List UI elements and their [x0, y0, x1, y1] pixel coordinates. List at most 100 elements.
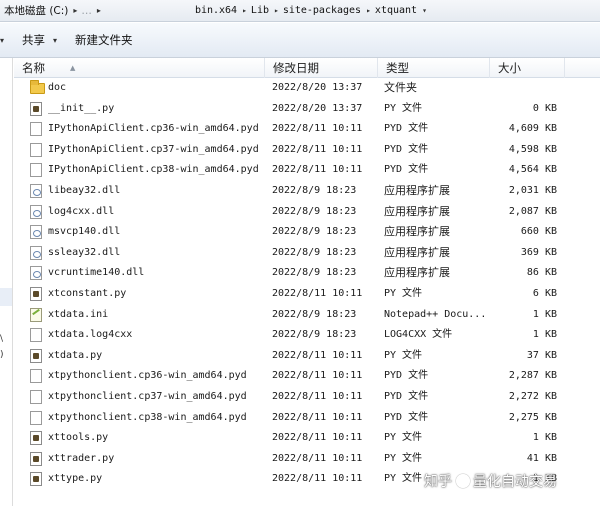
chevron-right-icon[interactable]: ▸: [97, 6, 101, 15]
navigation-pane[interactable]: \ ): [0, 58, 13, 506]
file-row[interactable]: doc 2022/8/20 13:37 文件夹: [14, 78, 600, 99]
file-type: 应用程序扩展: [384, 225, 450, 239]
column-header-name[interactable]: 名称 ▲: [14, 58, 265, 78]
file-size: 2,275 KB: [508, 411, 557, 423]
chevron-down-icon[interactable]: ▾: [422, 6, 427, 15]
file-row[interactable]: xtdata.log4cxx 2022/8/9 18:23 LOG4CXX 文件 1 …: [14, 325, 600, 346]
file-row[interactable]: xtdata.py 2022/8/11 10:11 PY 文件 37 KB: [14, 346, 600, 367]
file-row[interactable]: IPythonApiClient.cp38-win_amd64.pyd 2022/…: [14, 160, 600, 181]
file-row[interactable]: xtpythonclient.cp37-win_amd64.pyd 2022/8/…: [14, 387, 600, 408]
file-row[interactable]: IPythonApiClient.cp36-win_amd64.pyd 2022/…: [14, 119, 600, 140]
watermark-right: 量化自动交易: [473, 474, 557, 490]
new-folder-button[interactable]: 新建文件夹: [69, 28, 139, 52]
chevron-right-icon[interactable]: ▸: [366, 6, 371, 15]
file-size: 4,609 KB: [508, 123, 557, 135]
file-date: 2022/8/9 18:23: [272, 246, 357, 258]
breadcrumb-lib[interactable]: Lib ▸: [249, 5, 281, 16]
file-row[interactable]: xtpythonclient.cp38-win_amd64.pyd 2022/8/…: [14, 408, 600, 429]
folder-icon: [30, 80, 45, 94]
address-bar[interactable]: 本地磁盘 (C:) ▸ … ▸ bin.x64 ▸ Lib ▸ site-pac…: [0, 0, 600, 22]
file-icon-cell: [30, 78, 45, 99]
file-type: 文件夹: [384, 81, 417, 94]
file-date: 2022/8/9 18:23: [272, 308, 357, 320]
share-button-label: 共享: [22, 33, 46, 47]
breadcrumb-site-packages-label: site-packages: [282, 5, 362, 16]
file-icon-cell: [30, 408, 44, 429]
python-file-icon: [30, 451, 42, 466]
file-icon-cell: [30, 99, 44, 120]
file-icon-cell: [30, 387, 44, 408]
python-file-icon: [30, 348, 42, 363]
file-name: xttools.py: [48, 432, 109, 444]
breadcrumb-hidden[interactable]: … ▸: [79, 5, 103, 17]
file-row[interactable]: log4cxx.dll 2022/8/9 18:23 应用程序扩展 2,087 KB: [14, 202, 600, 223]
file-icon-cell: [30, 469, 44, 490]
python-file-icon: [30, 286, 42, 301]
file-name: IPythonApiClient.cp36-win_amd64.pyd: [48, 123, 259, 135]
column-header-type-label: 类型: [386, 61, 409, 75]
file-row[interactable]: xttools.py 2022/8/11 10:11 PY 文件 1 KB: [14, 428, 600, 449]
share-button[interactable]: 共享 ▾: [16, 28, 63, 52]
file-icon: [30, 122, 42, 137]
file-icon-cell: [30, 366, 44, 387]
file-date: 2022/8/11 10:11: [272, 370, 363, 382]
file-icon-cell: [30, 160, 44, 181]
breadcrumb-site-packages[interactable]: site-packages ▸: [281, 5, 373, 16]
sort-ascending-icon: ▲: [70, 64, 76, 72]
file-icon-cell: [30, 243, 44, 264]
file-date: 2022/8/9 18:23: [272, 226, 357, 238]
file-name: xttrader.py: [48, 452, 115, 464]
collapsed-menu-caret[interactable]: ▾: [0, 28, 6, 52]
file-row[interactable]: ssleay32.dll 2022/8/9 18:23 应用程序扩展 369 KB: [14, 243, 600, 264]
file-date: 2022/8/11 10:11: [272, 287, 363, 299]
column-header-size[interactable]: 大小: [490, 58, 565, 78]
breadcrumb-xtquant[interactable]: xtquant ▾: [373, 5, 429, 16]
file-date: 2022/8/11 10:11: [272, 390, 363, 402]
file-row[interactable]: xtdata.ini 2022/8/9 18:23 Notepad++ Docu..…: [14, 305, 600, 326]
chevron-right-icon[interactable]: ▸: [73, 6, 77, 15]
breadcrumb-drive[interactable]: 本地磁盘 (C:) ▸: [2, 3, 79, 18]
watermark: 知乎 量化自动交易: [424, 470, 594, 492]
breadcrumb-drive-label: 本地磁盘 (C:): [4, 5, 69, 17]
file-icon: [30, 389, 42, 404]
file-row[interactable]: IPythonApiClient.cp37-win_amd64.pyd 2022/…: [14, 140, 600, 161]
file-name: IPythonApiClient.cp38-win_amd64.pyd: [48, 164, 259, 176]
file-type: PY 文件: [384, 473, 423, 485]
file-row[interactable]: xtpythonclient.cp36-win_amd64.pyd 2022/8/…: [14, 366, 600, 387]
file-size: 37 KB: [526, 349, 557, 361]
column-header-date[interactable]: 修改日期: [265, 58, 378, 78]
file-date: 2022/8/11 10:11: [272, 143, 363, 155]
file-type: PY 文件: [384, 287, 423, 299]
dll-icon: [30, 245, 42, 260]
file-row[interactable]: xtconstant.py 2022/8/11 10:11 PY 文件 6 KB: [14, 284, 600, 305]
new-folder-button-label: 新建文件夹: [75, 33, 133, 47]
column-header-name-label: 名称: [22, 61, 45, 75]
at-icon: [456, 474, 470, 488]
dll-icon: [30, 225, 42, 240]
file-date: 2022/8/11 10:11: [272, 432, 363, 444]
file-date: 2022/8/20 13:37: [272, 102, 363, 114]
python-file-icon: [30, 472, 42, 487]
file-name: xtpythonclient.cp37-win_amd64.pyd: [48, 390, 247, 402]
file-row[interactable]: xttrader.py 2022/8/11 10:11 PY 文件 41 KB: [14, 449, 600, 470]
file-row[interactable]: __init__.py 2022/8/20 13:37 PY 文件 0 KB: [14, 99, 600, 120]
file-size: [494, 78, 557, 99]
file-name: xtconstant.py: [48, 287, 127, 299]
file-type: PYD 文件: [384, 164, 429, 176]
file-icon-cell: [30, 202, 44, 223]
file-type: PYD 文件: [384, 390, 429, 402]
dll-icon: [30, 183, 42, 198]
breadcrumb-binx64[interactable]: bin.x64 ▸: [193, 5, 249, 16]
file-icon-cell: [30, 325, 44, 346]
file-type: PY 文件: [384, 452, 423, 464]
file-size: 2,031 KB: [508, 184, 557, 196]
chevron-right-icon[interactable]: ▸: [242, 6, 247, 15]
file-row[interactable]: libeay32.dll 2022/8/9 18:23 应用程序扩展 2,031 KB: [14, 181, 600, 202]
chevron-right-icon[interactable]: ▸: [274, 6, 279, 15]
file-row[interactable]: vcruntime140.dll 2022/8/9 18:23 应用程序扩展 86 K…: [14, 263, 600, 284]
column-header-type[interactable]: 类型: [378, 58, 490, 78]
file-icon: [30, 163, 42, 178]
file-row[interactable]: msvcp140.dll 2022/8/9 18:23 应用程序扩展 660 KB: [14, 222, 600, 243]
file-date: 2022/8/9 18:23: [272, 329, 357, 341]
file-date: 2022/8/11 10:11: [272, 473, 363, 485]
